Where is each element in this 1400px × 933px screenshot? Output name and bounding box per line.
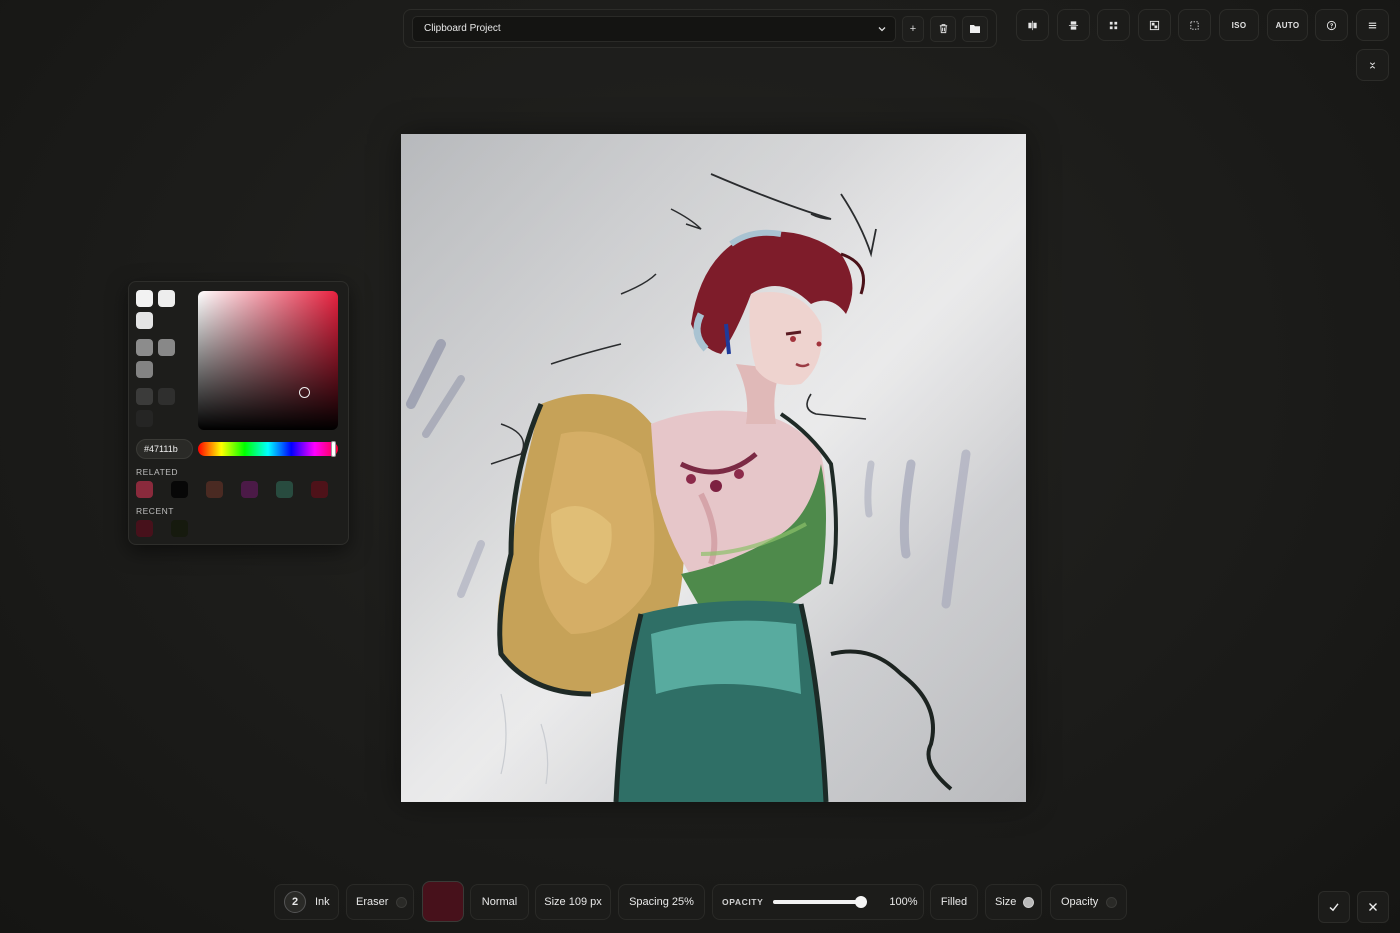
check-icon: [1329, 903, 1339, 912]
swatch-white-1[interactable]: [136, 290, 153, 307]
swatch-white-3[interactable]: [136, 312, 153, 329]
folder-icon: [970, 25, 980, 33]
grid-layout-button[interactable]: [1097, 9, 1130, 41]
project-bar: Clipboard Project +: [403, 9, 997, 48]
iso-label: ISO: [1231, 20, 1247, 30]
brush-size-label: Size 109 px: [544, 896, 602, 908]
close-button[interactable]: [1357, 891, 1389, 923]
artwork: [401, 134, 1026, 802]
delete-project-button[interactable]: [930, 15, 956, 42]
opacity-slider-fill: [773, 900, 860, 904]
flip-horizontal-button[interactable]: [1016, 9, 1049, 41]
swatch-gray-3[interactable]: [136, 361, 153, 378]
flip-vertical-icon: [1068, 20, 1079, 30]
related-label: RELATED: [136, 467, 179, 477]
related-color-swatch[interactable]: [206, 481, 223, 498]
hue-slider[interactable]: [198, 441, 338, 457]
confirm-button[interactable]: [1318, 891, 1350, 923]
related-color-swatch[interactable]: [276, 481, 293, 498]
checkerboard-icon: [1149, 20, 1160, 30]
opacity-value: 100%: [889, 896, 918, 908]
project-name: Clipboard Project: [424, 23, 501, 34]
saturation-value-area[interactable]: [198, 291, 338, 430]
current-color-button[interactable]: [422, 881, 464, 922]
opacity-toggle-label: Opacity: [1061, 896, 1099, 908]
opacity-toggle-indicator: [1106, 896, 1118, 908]
opacity-slider[interactable]: [773, 896, 868, 908]
eraser-toggle-indicator: [396, 896, 408, 908]
collapse-button[interactable]: [1356, 49, 1389, 81]
eraser-toggle[interactable]: Eraser: [346, 884, 414, 920]
layer-number-badge: 2: [284, 891, 306, 913]
flip-vertical-button[interactable]: [1057, 9, 1090, 41]
project-select[interactable]: Clipboard Project: [412, 15, 896, 42]
grid-icon: [1109, 21, 1118, 29]
color-picker-panel: #47111b RELATED RECENT: [128, 281, 349, 545]
brush-size-button[interactable]: Size 109 px: [535, 884, 611, 920]
drawing-canvas[interactable]: [401, 134, 1026, 802]
size-pressure-toggle[interactable]: Size: [985, 884, 1042, 920]
swatch-gray-1[interactable]: [136, 339, 153, 356]
selection-icon: [1190, 20, 1199, 30]
brush-selector[interactable]: 2 Ink: [274, 884, 339, 920]
swatch-dark-1[interactable]: [136, 388, 153, 405]
trash-icon: [939, 24, 947, 34]
blend-mode-label: Normal: [481, 896, 518, 908]
hex-value: #47111b: [144, 444, 178, 454]
auto-button[interactable]: AUTO: [1267, 9, 1308, 41]
opacity-control: OPACITY 100%: [712, 884, 924, 920]
spacing-label: Spacing 25%: [629, 896, 694, 908]
close-icon: [1369, 903, 1377, 911]
auto-label: AUTO: [1275, 20, 1300, 30]
recent-color-swatch[interactable]: [136, 520, 153, 537]
menu-button[interactable]: [1356, 9, 1389, 41]
size-toggle-label: Size: [995, 896, 1017, 908]
opacity-slider-handle[interactable]: [855, 896, 868, 908]
iso-button[interactable]: ISO: [1219, 9, 1259, 41]
chevron-down-icon: [877, 24, 887, 34]
checker-button[interactable]: [1138, 9, 1171, 41]
opacity-pressure-toggle[interactable]: Opacity: [1050, 884, 1127, 920]
related-color-swatch[interactable]: [136, 481, 153, 498]
swatch-white-2[interactable]: [158, 290, 175, 307]
swatch-dark-3[interactable]: [136, 410, 153, 427]
swatch-dark-2[interactable]: [158, 388, 175, 405]
filled-toggle[interactable]: Filled: [930, 884, 978, 920]
swatch-gray-2[interactable]: [158, 339, 175, 356]
related-color-swatch[interactable]: [311, 481, 328, 498]
collapse-icon: [1369, 61, 1376, 69]
related-color-swatch[interactable]: [171, 481, 188, 498]
add-project-button[interactable]: +: [902, 15, 924, 42]
help-button[interactable]: [1315, 9, 1348, 41]
size-toggle-indicator: [1023, 896, 1035, 908]
help-icon: [1326, 20, 1337, 30]
add-label: +: [909, 22, 917, 35]
open-folder-button[interactable]: [962, 15, 988, 42]
eraser-label: Eraser: [356, 896, 389, 908]
brush-label: Ink: [315, 896, 330, 908]
hue-slider-handle[interactable]: [331, 441, 336, 457]
spacing-button[interactable]: Spacing 25%: [618, 884, 705, 920]
selection-button[interactable]: [1178, 9, 1211, 41]
hex-input[interactable]: #47111b: [136, 439, 193, 459]
flip-horizontal-icon: [1028, 20, 1037, 30]
saturation-value-handle[interactable]: [299, 387, 310, 398]
recent-label: RECENT: [136, 506, 174, 516]
opacity-label: OPACITY: [722, 897, 764, 907]
menu-icon: [1368, 22, 1377, 28]
recent-color-swatch[interactable]: [171, 520, 188, 537]
filled-label: Filled: [940, 896, 968, 908]
related-color-swatch[interactable]: [241, 481, 258, 498]
blend-mode-button[interactable]: Normal: [470, 884, 529, 920]
